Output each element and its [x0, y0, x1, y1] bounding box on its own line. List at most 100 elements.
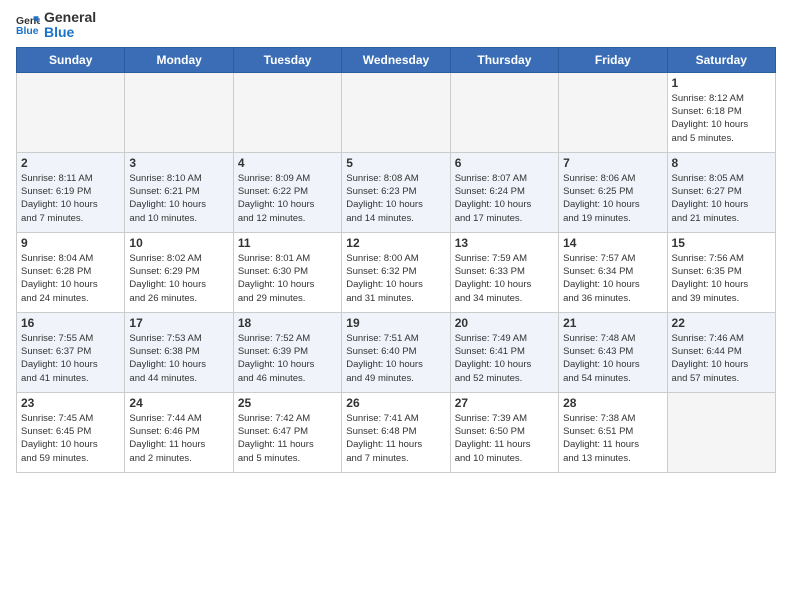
day-number: 7 — [563, 156, 662, 170]
day-info: Sunrise: 7:52 AM Sunset: 6:39 PM Dayligh… — [238, 332, 337, 385]
day-number: 15 — [672, 236, 771, 250]
logo-line2: Blue — [44, 25, 96, 40]
day-info: Sunrise: 7:38 AM Sunset: 6:51 PM Dayligh… — [563, 412, 662, 465]
day-number: 3 — [129, 156, 228, 170]
calendar-cell: 18 Sunrise: 7:52 AM Sunset: 6:39 PM Dayli… — [233, 312, 341, 392]
day-info: Sunrise: 8:02 AM Sunset: 6:29 PM Dayligh… — [129, 252, 228, 305]
calendar-cell: 10 Sunrise: 8:02 AM Sunset: 6:29 PM Dayli… — [125, 232, 233, 312]
header-row: Sunday Monday Tuesday Wednesday Thursday… — [17, 47, 776, 72]
col-saturday: Saturday — [667, 47, 775, 72]
calendar-cell: 28 Sunrise: 7:38 AM Sunset: 6:51 PM Dayli… — [559, 392, 667, 472]
day-info: Sunrise: 8:12 AM Sunset: 6:18 PM Dayligh… — [672, 92, 771, 145]
page-container: General Blue General Blue Sunday Monday … — [0, 0, 792, 481]
col-sunday: Sunday — [17, 47, 125, 72]
calendar-cell: 17Sunrise: 7:53 AM Sunset: 6:38 PM Dayli… — [125, 312, 233, 392]
calendar-cell: 25 Sunrise: 7:42 AM Sunset: 6:47 PM Dayli… — [233, 392, 341, 472]
day-number: 21 — [563, 316, 662, 330]
day-number: 23 — [21, 396, 120, 410]
day-info: Sunrise: 7:48 AM Sunset: 6:43 PM Dayligh… — [563, 332, 662, 385]
calendar-cell: 24 Sunrise: 7:44 AM Sunset: 6:46 PM Dayli… — [125, 392, 233, 472]
calendar-cell — [233, 72, 341, 152]
day-info: Sunrise: 7:55 AM Sunset: 6:37 PM Dayligh… — [21, 332, 120, 385]
calendar-cell: 14 Sunrise: 7:57 AM Sunset: 6:34 PM Dayli… — [559, 232, 667, 312]
calendar-cell: 11Sunrise: 8:01 AM Sunset: 6:30 PM Dayli… — [233, 232, 341, 312]
day-info: Sunrise: 7:44 AM Sunset: 6:46 PM Dayligh… — [129, 412, 228, 465]
day-info: Sunrise: 8:05 AM Sunset: 6:27 PM Dayligh… — [672, 172, 771, 225]
day-number: 8 — [672, 156, 771, 170]
calendar-cell: 23 Sunrise: 7:45 AM Sunset: 6:45 PM Dayli… — [17, 392, 125, 472]
day-number: 13 — [455, 236, 554, 250]
calendar-cell: 16 Sunrise: 7:55 AM Sunset: 6:37 PM Dayli… — [17, 312, 125, 392]
logo-line1: General — [44, 10, 96, 25]
calendar-cell: 12 Sunrise: 8:00 AM Sunset: 6:32 PM Dayli… — [342, 232, 450, 312]
calendar-cell: 19Sunrise: 7:51 AM Sunset: 6:40 PM Dayli… — [342, 312, 450, 392]
svg-text:Blue: Blue — [16, 26, 39, 37]
day-number: 5 — [346, 156, 445, 170]
calendar-cell — [667, 392, 775, 472]
day-info: Sunrise: 7:53 AM Sunset: 6:38 PM Dayligh… — [129, 332, 228, 385]
day-number: 4 — [238, 156, 337, 170]
day-number: 16 — [21, 316, 120, 330]
calendar-week-1: 2Sunrise: 8:11 AM Sunset: 6:19 PM Daylig… — [17, 152, 776, 232]
day-info: Sunrise: 8:11 AM Sunset: 6:19 PM Dayligh… — [21, 172, 120, 225]
day-number: 27 — [455, 396, 554, 410]
calendar-cell: 3 Sunrise: 8:10 AM Sunset: 6:21 PM Daylig… — [125, 152, 233, 232]
calendar-cell: 4 Sunrise: 8:09 AM Sunset: 6:22 PM Daylig… — [233, 152, 341, 232]
calendar-cell — [125, 72, 233, 152]
day-number: 18 — [238, 316, 337, 330]
day-number: 28 — [563, 396, 662, 410]
col-tuesday: Tuesday — [233, 47, 341, 72]
calendar-week-4: 23 Sunrise: 7:45 AM Sunset: 6:45 PM Dayli… — [17, 392, 776, 472]
day-number: 22 — [672, 316, 771, 330]
day-info: Sunrise: 8:10 AM Sunset: 6:21 PM Dayligh… — [129, 172, 228, 225]
calendar-cell: 5 Sunrise: 8:08 AM Sunset: 6:23 PM Daylig… — [342, 152, 450, 232]
day-number: 9 — [21, 236, 120, 250]
calendar-cell — [17, 72, 125, 152]
day-number: 14 — [563, 236, 662, 250]
calendar-week-0: 1 Sunrise: 8:12 AM Sunset: 6:18 PM Daylig… — [17, 72, 776, 152]
col-thursday: Thursday — [450, 47, 558, 72]
calendar-cell: 1 Sunrise: 8:12 AM Sunset: 6:18 PM Daylig… — [667, 72, 775, 152]
day-number: 19 — [346, 316, 445, 330]
calendar-week-2: 9 Sunrise: 8:04 AM Sunset: 6:28 PM Daylig… — [17, 232, 776, 312]
calendar-cell: 20 Sunrise: 7:49 AM Sunset: 6:41 PM Dayli… — [450, 312, 558, 392]
day-info: Sunrise: 8:09 AM Sunset: 6:22 PM Dayligh… — [238, 172, 337, 225]
day-info: Sunrise: 7:59 AM Sunset: 6:33 PM Dayligh… — [455, 252, 554, 305]
day-number: 1 — [672, 76, 771, 90]
day-info: Sunrise: 7:57 AM Sunset: 6:34 PM Dayligh… — [563, 252, 662, 305]
day-number: 20 — [455, 316, 554, 330]
day-info: Sunrise: 7:56 AM Sunset: 6:35 PM Dayligh… — [672, 252, 771, 305]
day-info: Sunrise: 8:00 AM Sunset: 6:32 PM Dayligh… — [346, 252, 445, 305]
day-info: Sunrise: 7:41 AM Sunset: 6:48 PM Dayligh… — [346, 412, 445, 465]
day-info: Sunrise: 8:06 AM Sunset: 6:25 PM Dayligh… — [563, 172, 662, 225]
day-info: Sunrise: 7:49 AM Sunset: 6:41 PM Dayligh… — [455, 332, 554, 385]
calendar-cell — [342, 72, 450, 152]
day-number: 12 — [346, 236, 445, 250]
calendar-table: Sunday Monday Tuesday Wednesday Thursday… — [16, 47, 776, 473]
day-info: Sunrise: 7:45 AM Sunset: 6:45 PM Dayligh… — [21, 412, 120, 465]
calendar-cell: 21 Sunrise: 7:48 AM Sunset: 6:43 PM Dayli… — [559, 312, 667, 392]
calendar-cell: 13 Sunrise: 7:59 AM Sunset: 6:33 PM Dayli… — [450, 232, 558, 312]
day-info: Sunrise: 8:08 AM Sunset: 6:23 PM Dayligh… — [346, 172, 445, 225]
logo: General Blue General Blue — [16, 10, 96, 41]
calendar-cell: 22 Sunrise: 7:46 AM Sunset: 6:44 PM Dayli… — [667, 312, 775, 392]
col-wednesday: Wednesday — [342, 47, 450, 72]
calendar-cell: 6 Sunrise: 8:07 AM Sunset: 6:24 PM Daylig… — [450, 152, 558, 232]
day-number: 6 — [455, 156, 554, 170]
day-info: Sunrise: 8:04 AM Sunset: 6:28 PM Dayligh… — [21, 252, 120, 305]
day-number: 25 — [238, 396, 337, 410]
calendar-cell: 2Sunrise: 8:11 AM Sunset: 6:19 PM Daylig… — [17, 152, 125, 232]
calendar-week-3: 16 Sunrise: 7:55 AM Sunset: 6:37 PM Dayli… — [17, 312, 776, 392]
day-number: 11 — [238, 236, 337, 250]
col-monday: Monday — [125, 47, 233, 72]
calendar-cell: 15 Sunrise: 7:56 AM Sunset: 6:35 PM Dayli… — [667, 232, 775, 312]
day-info: Sunrise: 7:46 AM Sunset: 6:44 PM Dayligh… — [672, 332, 771, 385]
calendar-cell: 7 Sunrise: 8:06 AM Sunset: 6:25 PM Daylig… — [559, 152, 667, 232]
day-info: Sunrise: 7:42 AM Sunset: 6:47 PM Dayligh… — [238, 412, 337, 465]
calendar-cell: 26 Sunrise: 7:41 AM Sunset: 6:48 PM Dayli… — [342, 392, 450, 472]
calendar-cell — [450, 72, 558, 152]
day-number: 26 — [346, 396, 445, 410]
day-info: Sunrise: 8:07 AM Sunset: 6:24 PM Dayligh… — [455, 172, 554, 225]
day-number: 10 — [129, 236, 228, 250]
day-number: 24 — [129, 396, 228, 410]
